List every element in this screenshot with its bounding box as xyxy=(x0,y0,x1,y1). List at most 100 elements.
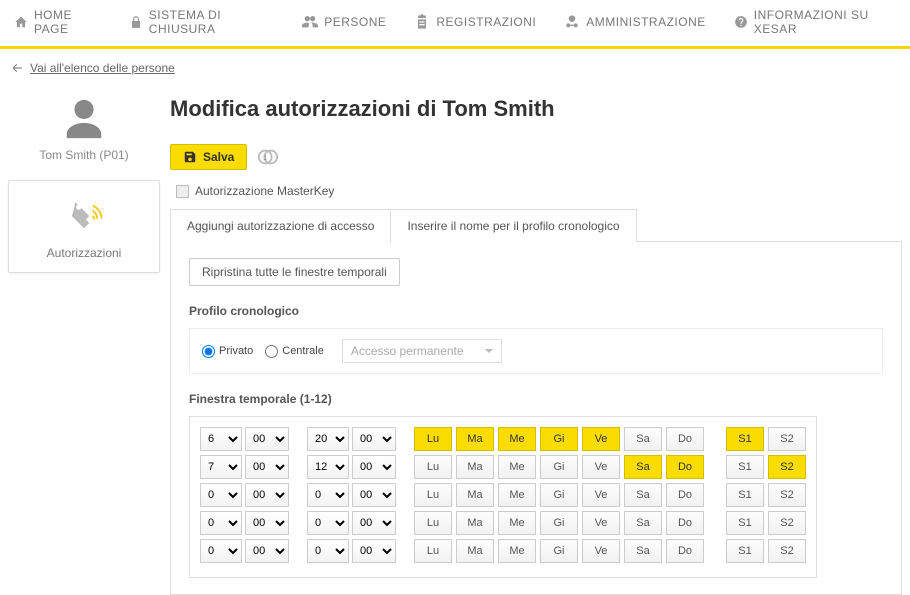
page-title: Modifica autorizzazioni di Tom Smith xyxy=(170,96,902,122)
time-to-hour[interactable]: 12 xyxy=(307,455,349,479)
radio-central-label: Centrale xyxy=(282,345,324,357)
time-from-hour[interactable]: 0 xyxy=(200,539,242,563)
time-to-hour[interactable]: 0 xyxy=(307,483,349,507)
day-cell-lu[interactable]: Lu xyxy=(414,427,452,451)
profile-dropdown[interactable]: Accesso permanente xyxy=(342,339,502,363)
radio-private[interactable]: Privato xyxy=(202,345,253,358)
back-link[interactable]: Vai all'elenco delle persone xyxy=(10,61,175,75)
time-to-min[interactable]: 00 xyxy=(352,539,396,563)
special-day-cell-s2[interactable]: S2 xyxy=(768,511,806,535)
time-to-min[interactable]: 00 xyxy=(352,455,396,479)
special-day-cell-s1[interactable]: S1 xyxy=(726,511,764,535)
person-name-label: Tom Smith (P01) xyxy=(8,148,160,162)
time-to-hour[interactable]: 0 xyxy=(307,511,349,535)
day-cell-sa[interactable]: Sa xyxy=(624,539,662,563)
special-day-cell-s2[interactable]: S2 xyxy=(768,455,806,479)
day-cell-me[interactable]: Me xyxy=(498,483,536,507)
nav-admin[interactable]: AMMINISTRAZIONE xyxy=(550,14,720,30)
special-day-cell-s1[interactable]: S1 xyxy=(726,539,764,563)
day-cell-gi[interactable]: Gi xyxy=(540,511,578,535)
profile-section-label: Profilo cronologico xyxy=(189,304,883,318)
nav-info[interactable]: INFORMAZIONI SU XESAR xyxy=(720,8,910,36)
day-cell-me[interactable]: Me xyxy=(498,455,536,479)
radio-central-input[interactable] xyxy=(265,345,278,358)
day-cell-sa[interactable]: Sa xyxy=(624,483,662,507)
day-cell-sa[interactable]: Sa xyxy=(624,511,662,535)
day-cell-do[interactable]: Do xyxy=(666,455,704,479)
day-cell-lu[interactable]: Lu xyxy=(414,539,452,563)
day-cell-sa[interactable]: Sa xyxy=(624,455,662,479)
time-from-min[interactable]: 00 xyxy=(245,427,289,451)
time-from-min[interactable]: 00 xyxy=(245,483,289,507)
time-from-hour[interactable]: 7 xyxy=(200,455,242,479)
day-cell-ma[interactable]: Ma xyxy=(456,511,494,535)
special-day-cell-s2[interactable]: S2 xyxy=(768,483,806,507)
masterkey-checkbox[interactable] xyxy=(176,185,189,198)
reset-windows-button[interactable]: Ripristina tutte le finestre temporali xyxy=(189,258,400,286)
time-to-min[interactable]: 00 xyxy=(352,483,396,507)
day-cell-me[interactable]: Me xyxy=(498,511,536,535)
radio-private-input[interactable] xyxy=(202,345,215,358)
tab-time-profile[interactable]: Inserire il nome per il profilo cronolog… xyxy=(390,209,636,242)
day-cell-me[interactable]: Me xyxy=(498,427,536,451)
sidebar-tab-authorizations[interactable]: Autorizzazioni xyxy=(8,180,160,273)
special-day-cell-s2[interactable]: S2 xyxy=(768,539,806,563)
day-cell-do[interactable]: Do xyxy=(666,511,704,535)
day-cell-gi[interactable]: Gi xyxy=(540,483,578,507)
main-content: Modifica autorizzazioni di Tom Smith Sal… xyxy=(170,96,910,595)
day-cell-ma[interactable]: Ma xyxy=(456,455,494,479)
day-cell-do[interactable]: Do xyxy=(666,483,704,507)
time-from-min[interactable]: 00 xyxy=(245,539,289,563)
save-button[interactable]: Salva xyxy=(170,144,247,170)
svg-text:1: 1 xyxy=(264,153,268,162)
time-grid: 6002000LuMaMeGiVeSaDoS1S27001200LuMaMeGi… xyxy=(189,416,883,578)
day-cell-gi[interactable]: Gi xyxy=(540,427,578,451)
day-cell-ve[interactable]: Ve xyxy=(582,511,620,535)
time-to-min[interactable]: 00 xyxy=(352,427,396,451)
time-to-pair: 2000 xyxy=(307,427,396,451)
day-cell-ma[interactable]: Ma xyxy=(456,427,494,451)
time-to-hour[interactable]: 0 xyxy=(307,539,349,563)
nav-persons[interactable]: PERSONE xyxy=(288,14,400,30)
reset-windows-label: Ripristina tutte le finestre temporali xyxy=(202,265,387,279)
day-cell-ma[interactable]: Ma xyxy=(456,539,494,563)
time-to-min[interactable]: 00 xyxy=(352,511,396,535)
nav-locking[interactable]: SISTEMA DI CHIUSURA xyxy=(115,8,288,36)
time-from-min[interactable]: 00 xyxy=(245,511,289,535)
day-cell-do[interactable]: Do xyxy=(666,427,704,451)
nav-home[interactable]: HOME PAGE xyxy=(0,8,115,36)
tab-add-access[interactable]: Aggiungi autorizzazione di accesso xyxy=(170,209,391,242)
time-from-hour[interactable]: 0 xyxy=(200,483,242,507)
time-from-hour[interactable]: 0 xyxy=(200,511,242,535)
nav-admin-label: AMMINISTRAZIONE xyxy=(586,15,706,29)
save-button-label: Salva xyxy=(203,150,234,164)
day-cell-ve[interactable]: Ve xyxy=(582,539,620,563)
day-cell-ve[interactable]: Ve xyxy=(582,427,620,451)
time-from-hour[interactable]: 6 xyxy=(200,427,242,451)
day-cell-me[interactable]: Me xyxy=(498,539,536,563)
special-day-cell-s2[interactable]: S2 xyxy=(768,427,806,451)
day-cell-ma[interactable]: Ma xyxy=(456,483,494,507)
tabs: Aggiungi autorizzazione di accesso Inser… xyxy=(170,208,902,242)
day-cell-ve[interactable]: Ve xyxy=(582,483,620,507)
special-day-cell-s1[interactable]: S1 xyxy=(726,483,764,507)
save-icon xyxy=(183,150,197,164)
radio-central[interactable]: Centrale xyxy=(265,345,324,358)
day-cell-gi[interactable]: Gi xyxy=(540,539,578,563)
day-cell-lu[interactable]: Lu xyxy=(414,455,452,479)
day-cell-do[interactable]: Do xyxy=(666,539,704,563)
keytag-icon xyxy=(17,195,151,240)
time-from-min[interactable]: 00 xyxy=(245,455,289,479)
day-cell-lu[interactable]: Lu xyxy=(414,511,452,535)
day-cell-ve[interactable]: Ve xyxy=(582,455,620,479)
nav-logs[interactable]: REGISTRAZIONI xyxy=(400,14,550,30)
special-day-cell-s1[interactable]: S1 xyxy=(726,455,764,479)
toolbar: Salva 1 xyxy=(170,144,902,170)
sidebar: Tom Smith (P01) Autorizzazioni xyxy=(0,96,170,595)
day-cell-gi[interactable]: Gi xyxy=(540,455,578,479)
special-day-cell-s1[interactable]: S1 xyxy=(726,427,764,451)
time-to-hour[interactable]: 20 xyxy=(307,427,349,451)
day-cell-lu[interactable]: Lu xyxy=(414,483,452,507)
day-cell-sa[interactable]: Sa xyxy=(624,427,662,451)
time-row: 7001200LuMaMeGiVeSaDoS1S2 xyxy=(200,455,806,479)
